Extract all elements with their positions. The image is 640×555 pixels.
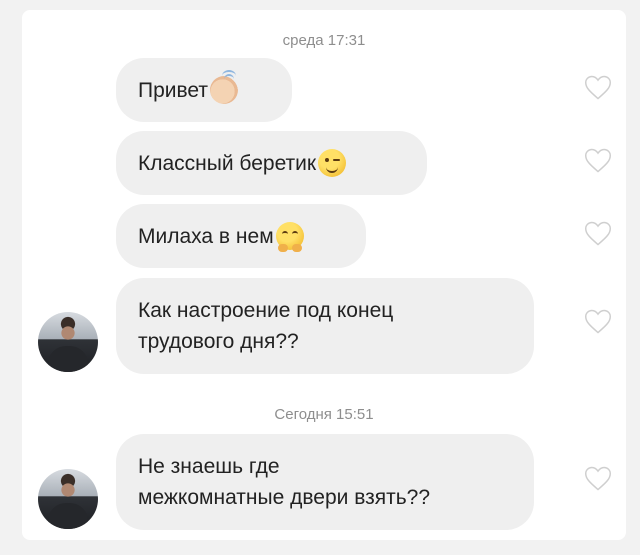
heart-outline-icon[interactable] bbox=[583, 220, 613, 247]
heart-outline-icon[interactable] bbox=[583, 74, 613, 101]
message-text: Как настроение под конец трудового дня?? bbox=[138, 299, 394, 353]
heart-outline-icon[interactable] bbox=[583, 308, 613, 335]
message-text: Привет bbox=[138, 78, 209, 102]
heart-outline-icon[interactable] bbox=[583, 147, 613, 174]
hugging-face-icon bbox=[275, 222, 304, 252]
message-text: Милаха в нем bbox=[138, 224, 274, 248]
user-avatar[interactable] bbox=[38, 312, 98, 372]
waving-hand-icon bbox=[210, 70, 239, 104]
user-avatar[interactable] bbox=[38, 469, 98, 529]
message-bubble[interactable]: Милаха в нем bbox=[116, 204, 366, 268]
message-text: Не знаешь где межкомнатные двери взять?? bbox=[138, 455, 431, 509]
timestamp: среда 17:31 bbox=[282, 32, 366, 49]
heart-outline-icon[interactable] bbox=[583, 465, 613, 492]
message-bubble[interactable]: Привет bbox=[116, 58, 292, 122]
message-bubble[interactable]: Как настроение под конец трудового дня?? bbox=[116, 278, 534, 374]
message-bubble[interactable]: Классный беретик bbox=[116, 131, 427, 195]
message-bubble[interactable]: Не знаешь где межкомнатные двери взять?? bbox=[116, 434, 534, 530]
winking-face-icon bbox=[318, 149, 347, 177]
message-text: Классный беретик bbox=[138, 151, 317, 175]
timestamp: Сегодня 15:51 bbox=[274, 406, 374, 423]
